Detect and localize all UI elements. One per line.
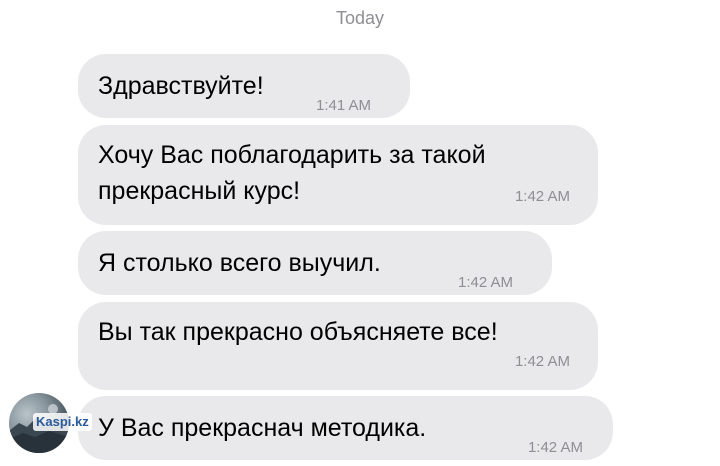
message-timestamp: 1:42 AM	[527, 439, 583, 456]
message-timestamp: 1:41 AM	[316, 97, 372, 114]
day-header: Today	[335, 8, 385, 28]
message-bubble[interactable]: Хочу Вас поблагодарить за такой прекрасн…	[78, 125, 598, 225]
watermark-text: Kaspi.kz	[33, 413, 92, 431]
message-timestamp: 1:42 AM	[514, 188, 570, 205]
chat-thread: Today Здравствуйте! 1:41 AM Хочу Вас поб…	[0, 0, 720, 460]
message-bubble[interactable]: Здравствуйте! 1:41 AM	[78, 54, 410, 118]
message-bubble[interactable]: У Вас прекраснач методика. 1:42 AM	[78, 396, 613, 460]
message-timestamp: 1:42 AM	[514, 353, 570, 370]
kaspi-watermark: Kaspi.kz	[9, 393, 113, 455]
message-bubble[interactable]: Я столько всего выучил. 1:42 AM	[78, 231, 552, 295]
message-bubble[interactable]: Вы так прекрасно объясняете все! 1:42 AM	[78, 302, 598, 390]
message-timestamp: 1:42 AM	[458, 274, 514, 291]
